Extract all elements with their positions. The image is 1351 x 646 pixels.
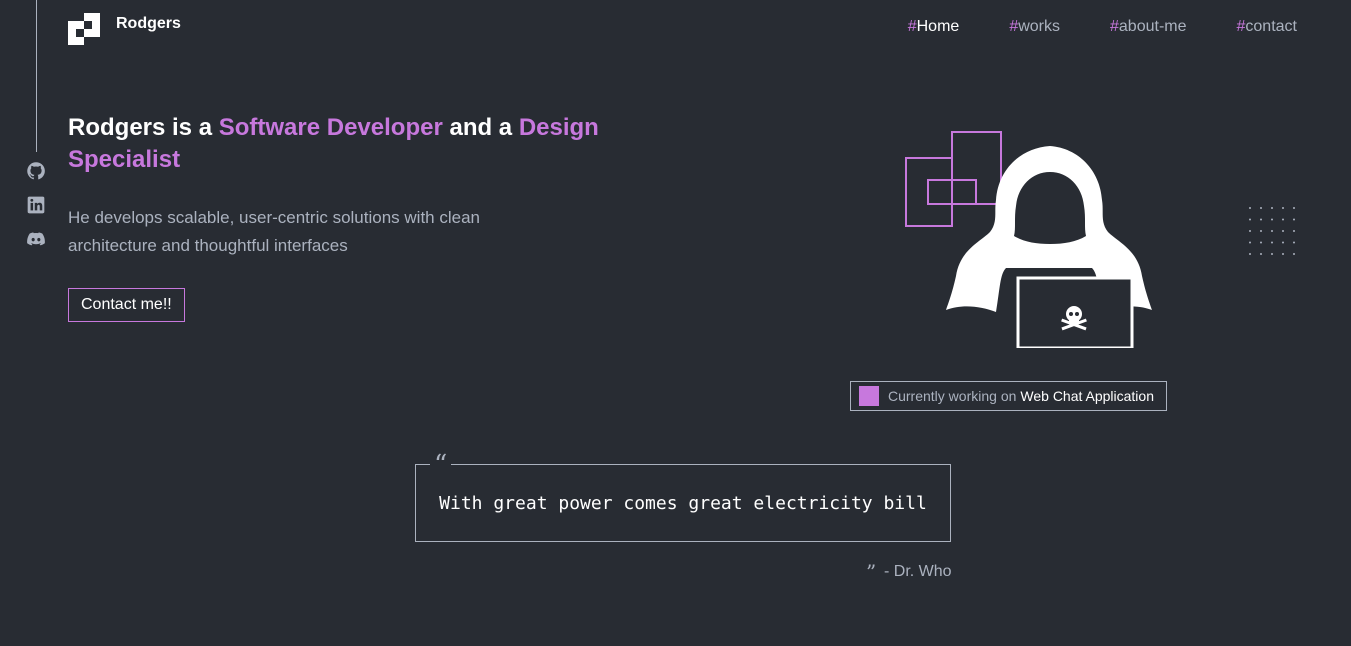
nav-about-me[interactable]: #about-me: [1110, 18, 1187, 36]
decor-dot: [1271, 218, 1273, 221]
headline-part: and a: [442, 114, 519, 141]
decor-dot: [1249, 241, 1251, 244]
quote-text: With great power comes great electricity…: [439, 492, 927, 514]
hacker-illustration: [905, 131, 1152, 348]
decor-dot: [1271, 241, 1273, 244]
hero-subtext: He develops scalable, user-centric solut…: [68, 208, 480, 255]
decor-dot: [1282, 218, 1284, 221]
discord-icon: [27, 232, 45, 246]
decor-dot: [1260, 230, 1262, 232]
nav-label: works: [1018, 18, 1060, 35]
decor-dot: [1271, 230, 1273, 232]
open-quote-mark: “: [430, 452, 452, 478]
linkedin-link[interactable]: [26, 195, 46, 215]
nav-label: Home: [916, 18, 960, 35]
decor-dot: [1293, 241, 1295, 244]
decor-dot: [1282, 230, 1284, 232]
nav-hash: #: [1110, 18, 1119, 35]
current-work-status: Currently working on Web Chat Applicatio…: [850, 381, 1167, 411]
decor-dot: [1271, 207, 1273, 209]
decor-dot: [1260, 218, 1262, 221]
hero-headline: Rodgers is a Software Developer and a De…: [68, 112, 628, 176]
decor-dot: [1282, 207, 1284, 209]
status-prefix: Currently working on: [888, 388, 1017, 404]
decor-dot: [1249, 218, 1251, 221]
linkedin-icon: [27, 196, 45, 214]
quote-box: With great power comes great electricity…: [415, 464, 951, 542]
decor-dot: [1293, 218, 1295, 221]
nav-contact[interactable]: #contact: [1237, 18, 1298, 36]
nav-hash: #: [907, 18, 917, 35]
status-square-icon: [859, 386, 879, 406]
github-link[interactable]: [26, 161, 46, 181]
close-quote-mark: ”: [866, 560, 877, 584]
decor-dot: [1260, 207, 1262, 209]
decor-dot: [1293, 207, 1295, 209]
discord-link[interactable]: [26, 229, 46, 249]
headline-accent-role: Software Developer: [218, 114, 443, 141]
logo-icon: [68, 13, 100, 45]
contact-me-button[interactable]: Contact me!!: [68, 288, 185, 322]
headline-part: Rodgers is a: [68, 114, 219, 141]
brand-logo[interactable]: Rodgers: [68, 13, 181, 45]
decor-dot: [1249, 230, 1251, 232]
decor-dot: [1293, 253, 1295, 255]
decor-dot: [1282, 253, 1284, 255]
nav-label: contact: [1245, 18, 1297, 35]
nav-hash: #: [1009, 18, 1019, 35]
decor-dot: [1249, 253, 1251, 255]
main-nav: #Home #works #about-me #contact: [908, 18, 1297, 36]
status-project: Web Chat Application: [1020, 388, 1154, 404]
github-icon: [27, 162, 45, 180]
nav-home[interactable]: #Home: [908, 18, 960, 36]
nav-label: about-me: [1118, 18, 1187, 35]
decor-dot: [1271, 253, 1273, 255]
decor-dot: [1293, 230, 1295, 232]
decor-dot: [1260, 241, 1262, 244]
nav-works[interactable]: #works: [1009, 18, 1060, 36]
decor-dot: [1249, 207, 1251, 209]
quote-author: - Dr. Who: [884, 563, 952, 580]
dot-grid-decoration: [1249, 207, 1295, 255]
decor-dot: [1260, 253, 1262, 255]
left-rail-line: [36, 0, 37, 152]
decor-dot: [1282, 241, 1284, 244]
brand-name: Rodgers: [116, 15, 181, 32]
